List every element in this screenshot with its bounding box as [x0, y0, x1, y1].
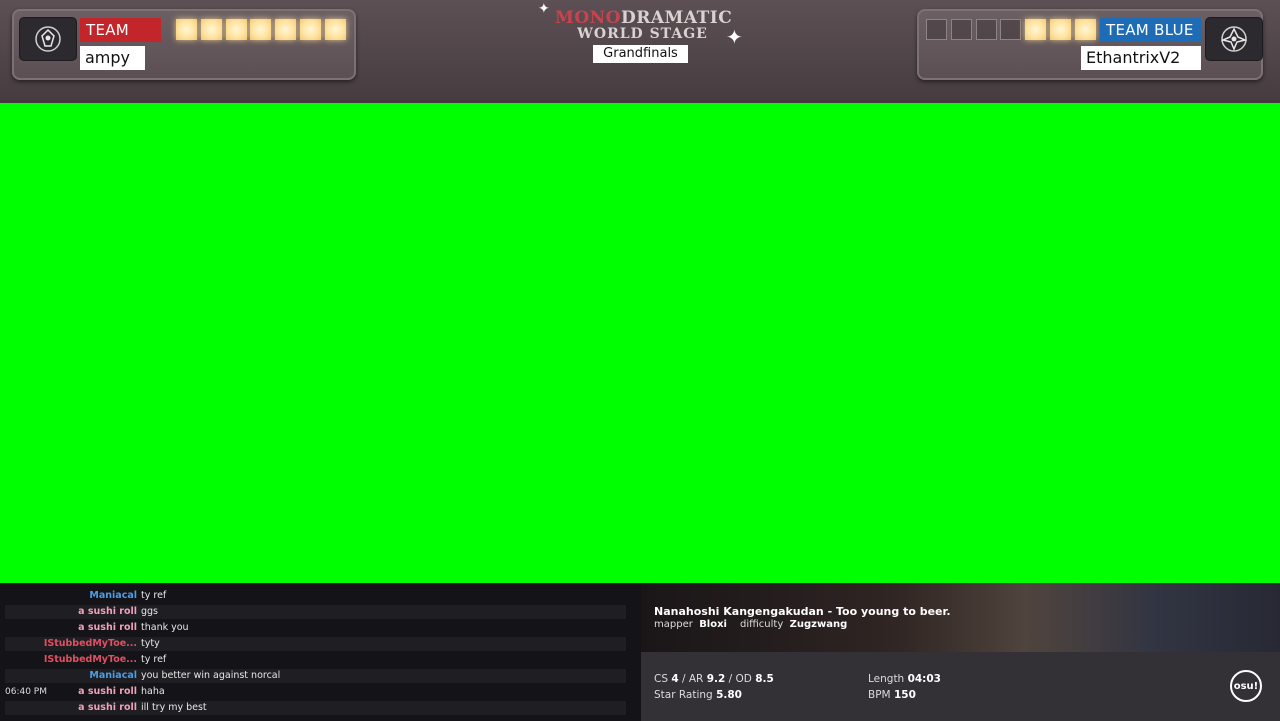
chat-message: Maniacal you better win against norcal — [5, 669, 626, 683]
chat-username: a sushi roll — [78, 686, 137, 697]
team-blue-player-name: EthantrixV2 — [1081, 46, 1201, 70]
chat-message: a sushi roll thank you — [5, 621, 626, 635]
chat-message: 06:40 PM a sushi roll haha — [5, 685, 626, 699]
team-red-label: TEAM RED — [80, 18, 161, 63]
team-blue-point-won — [1025, 19, 1047, 40]
osu-logo-icon: osu! — [1230, 670, 1262, 702]
stat-bpm: BPM 150 — [868, 689, 916, 701]
team-blue-point-empty — [975, 19, 997, 40]
chat-text: ill try my best — [141, 702, 207, 713]
team-red-point-won — [250, 19, 272, 40]
stat-cs-ar-od: CS 4 / AR 9.2 / OD 8.5 — [654, 673, 774, 685]
chat-text: you better win against norcal — [141, 670, 281, 681]
logo-mono: MONO — [555, 8, 621, 28]
chat-text: haha — [141, 686, 165, 697]
beatmap-stats — [641, 652, 1280, 721]
team-blue-point-empty — [950, 19, 972, 40]
chat-username: Maniacal — [89, 670, 137, 681]
beatmap-difficulty: difficulty Zugzwang — [740, 619, 848, 630]
tournament-logo: MONODRAMATIC WORLD STAGE — [555, 8, 733, 43]
chat-username: a sushi roll — [78, 702, 137, 713]
team-red-logo-icon — [35, 26, 61, 52]
sparkle-icon: ✦ — [538, 1, 550, 17]
sparkle-icon: ✦ — [726, 25, 743, 49]
chat-username: a sushi roll — [78, 606, 137, 617]
chat-text: thank you — [141, 622, 189, 633]
chat-message: a sushi roll ill try my best — [5, 701, 626, 715]
stat-length: Length 04:03 — [868, 673, 941, 685]
chat-text: ggs — [141, 606, 159, 617]
team-red-point-won — [300, 19, 321, 40]
team-red-point-won — [225, 19, 247, 40]
team-red-avatar — [20, 18, 76, 60]
beatmap-mapper: mapper Bloxi — [654, 619, 727, 630]
team-red-point-won — [200, 19, 222, 40]
team-red-point-won — [324, 19, 346, 40]
chat-message: IStubbedMyToe... ty ref — [5, 653, 626, 667]
team-blue-logo-icon — [1220, 26, 1248, 52]
team-blue-label: TEAM BLUE — [1100, 18, 1201, 42]
team-red-player-name: ampy — [80, 46, 145, 70]
chat-panel: Maniacal ty ref a sushi roll ggs a sushi rol… — [0, 583, 641, 721]
logo-world-stage: WORLD STAGE — [577, 26, 708, 42]
chat-text: ty ref — [141, 590, 167, 601]
chat-username: IStubbedMyToe... — [43, 638, 137, 649]
round-name: Grandfinals — [593, 45, 688, 63]
gameplay-capture-area — [0, 103, 1280, 583]
chat-message: a sushi roll ggs — [5, 605, 626, 619]
team-blue-point-won — [1074, 19, 1096, 40]
team-blue-point-empty — [926, 19, 947, 40]
team-blue-point-won — [1050, 19, 1071, 40]
chat-username: a sushi roll — [78, 622, 137, 633]
stat-star-rating: Star Rating 5.80 — [654, 689, 742, 701]
logo-dramatic: DRAMATIC — [620, 8, 733, 28]
team-red-point-won — [275, 19, 297, 40]
chat-message: Maniacal ty ref — [5, 589, 626, 603]
chat-text: tyty — [141, 638, 160, 649]
team-red-point-won — [176, 19, 197, 40]
beatmap-info-panel: Nanahoshi Kangengakudan - Too young to b… — [641, 583, 1280, 721]
team-blue-point-empty — [1000, 19, 1022, 40]
beatmap-title: Nanahoshi Kangengakudan - Too young to b… — [654, 605, 951, 618]
top-bar: TEAM RED ampy MONODRAMATIC WORLD STAGE ✦… — [0, 0, 1280, 103]
chat-username: IStubbedMyToe... — [43, 654, 137, 665]
chat-text: ty ref — [141, 654, 167, 665]
chat-username: Maniacal — [89, 590, 137, 601]
team-blue-avatar — [1206, 18, 1262, 60]
chat-message: IStubbedMyToe... tyty — [5, 637, 626, 651]
